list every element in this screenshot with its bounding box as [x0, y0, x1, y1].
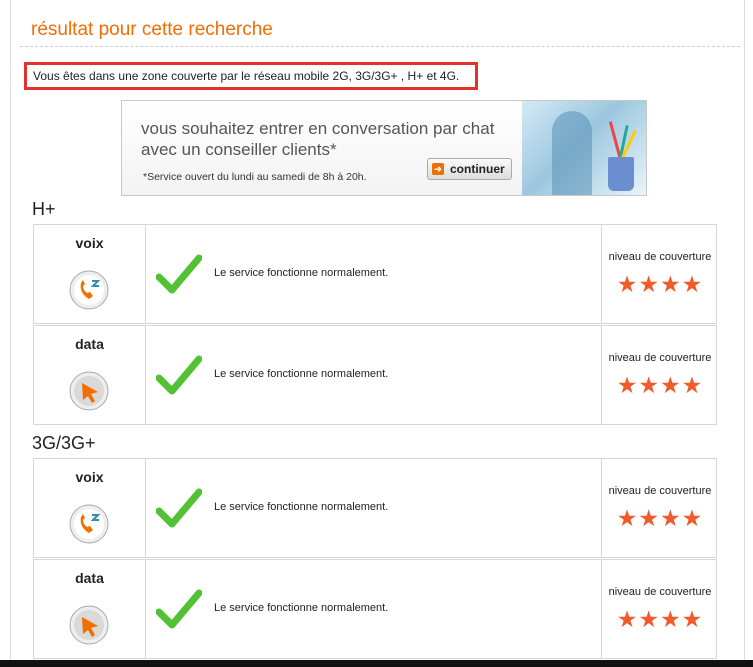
continue-button[interactable]: ➜ continuer: [427, 158, 512, 180]
title-divider: [20, 46, 740, 47]
cursor-globe-icon: [69, 371, 109, 411]
coverage-stars: ★★★★: [616, 271, 704, 297]
promo-photo: [522, 101, 646, 195]
coverage-level-label: niveau de couverture: [608, 586, 712, 598]
coverage-level-label: niveau de couverture: [608, 485, 712, 497]
section-heading-3g: 3G/3G+: [32, 433, 96, 453]
check-icon: [156, 254, 202, 294]
service-status: Le service fonctionne normalement.: [214, 368, 389, 380]
window-bottom-edge: [0, 660, 753, 667]
service-label: data: [75, 570, 104, 586]
cursor-globe-icon: [69, 605, 109, 645]
service-row: voix Le service fonctionne normalement. …: [33, 224, 717, 324]
coverage-level-label: niveau de couverture: [608, 352, 712, 364]
check-icon: [156, 355, 202, 395]
service-label: voix: [75, 235, 104, 251]
phone-icon: [69, 270, 109, 310]
service-row: voix Le service fonctionne normalement. …: [33, 458, 717, 558]
service-status: Le service fonctionne normalement.: [214, 602, 389, 614]
arrow-right-icon: ➜: [432, 163, 444, 175]
page-title: résultat pour cette recherche: [31, 19, 273, 40]
service-row: data Le service fonctionne normalement. …: [33, 559, 717, 659]
phone-icon: [69, 504, 109, 544]
coverage-stars: ★★★★: [616, 505, 704, 531]
service-status: Le service fonctionne normalement.: [214, 501, 389, 513]
coverage-stars: ★★★★: [616, 372, 704, 398]
coverage-notice: Vous êtes dans une zone couverte par le …: [24, 62, 478, 90]
check-icon: [156, 488, 202, 528]
service-label: voix: [75, 469, 104, 485]
coverage-stars: ★★★★: [616, 606, 704, 632]
promo-hours-note: *Service ouvert du lundi au samedi de 8h…: [143, 171, 367, 183]
continue-button-label: continuer: [450, 162, 505, 176]
service-label: data: [75, 336, 104, 352]
service-status: Le service fonctionne normalement.: [214, 267, 389, 279]
service-row: data Le service fonctionne normalement. …: [33, 325, 717, 425]
promo-text-line1: vous souhaitez entrer en conversation pa…: [141, 119, 495, 138]
check-icon: [156, 589, 202, 629]
coverage-level-label: niveau de couverture: [608, 251, 712, 263]
chat-promo-banner: vous souhaitez entrer en conversation pa…: [121, 100, 647, 196]
section-heading-hplus: H+: [32, 199, 56, 219]
promo-text-line2: avec un conseiller clients*: [141, 140, 337, 159]
